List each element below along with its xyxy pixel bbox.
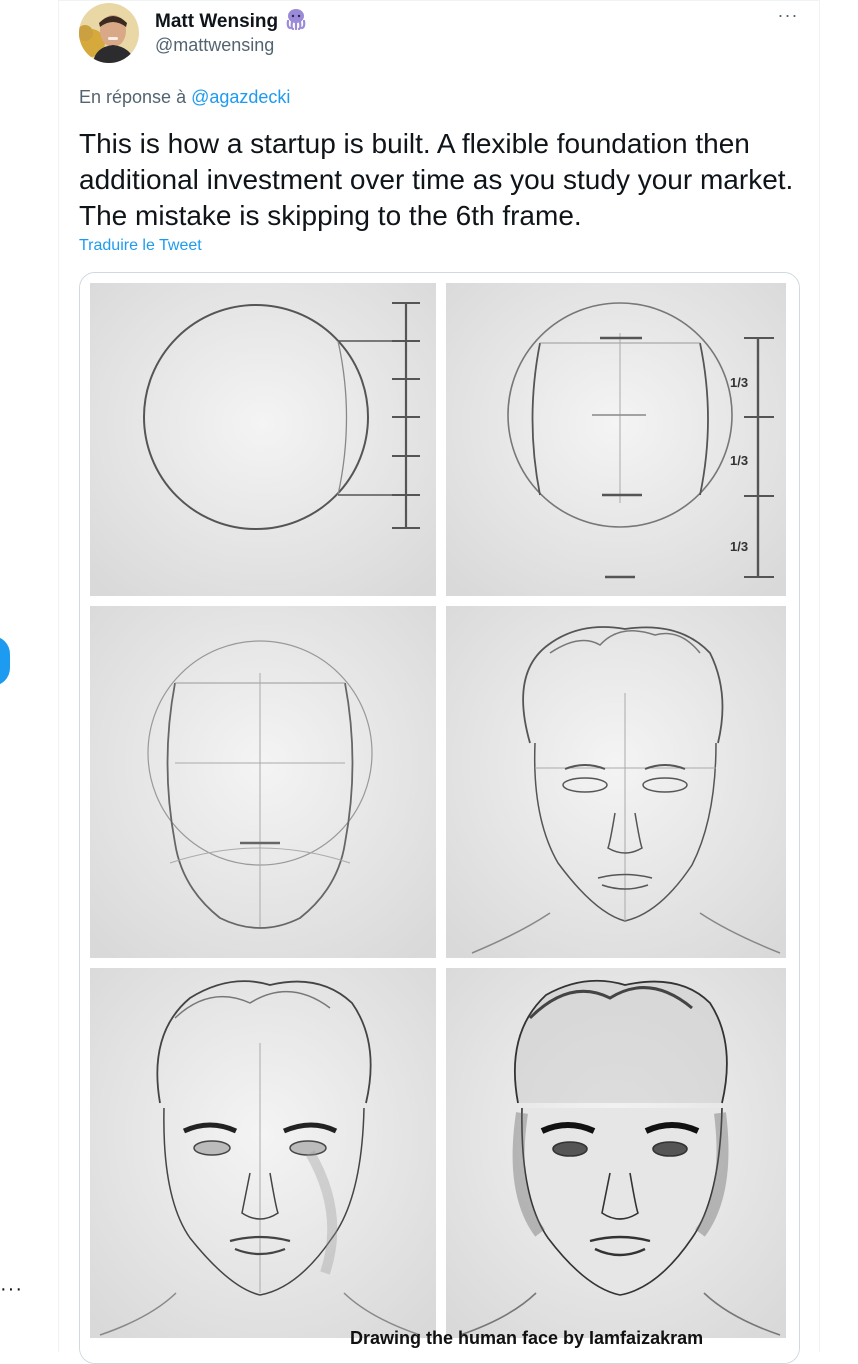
thirds-label-3: 1/3: [730, 539, 748, 554]
reply-to-link[interactable]: @agazdecki: [191, 87, 290, 107]
thirds-label-2: 1/3: [730, 453, 748, 468]
image-caption: Drawing the human face by Iamfaizakram: [350, 1328, 704, 1348]
sidebar-more-icon[interactable]: ···: [0, 1278, 23, 1301]
author-name[interactable]: Matt Wensing: [155, 8, 308, 36]
author-name-text[interactable]: Matt Wensing: [155, 11, 278, 33]
compose-fab-edge[interactable]: [0, 636, 10, 686]
reply-context: En réponse à @agazdecki: [79, 87, 290, 108]
panel-3: [90, 606, 436, 958]
thirds-label-1: 1/3: [730, 375, 748, 390]
author-handle[interactable]: @mattwensing: [155, 35, 274, 56]
translate-tweet-link[interactable]: Traduire le Tweet: [79, 237, 202, 255]
panel-4: [446, 606, 786, 958]
panel-5: [90, 968, 436, 1338]
tweet-text: This is how a startup is built. A flexib…: [79, 128, 794, 231]
reply-prefix: En réponse à: [79, 87, 187, 107]
octopus-emoji-icon: [284, 8, 308, 36]
face-drawing-steps-image: 1/3 1/3 1/3: [80, 273, 799, 1363]
more-options-icon[interactable]: ···: [772, 5, 804, 31]
panel-1: [90, 283, 436, 596]
avatar[interactable]: [79, 3, 139, 63]
tweet-media[interactable]: 1/3 1/3 1/3: [79, 272, 800, 1364]
